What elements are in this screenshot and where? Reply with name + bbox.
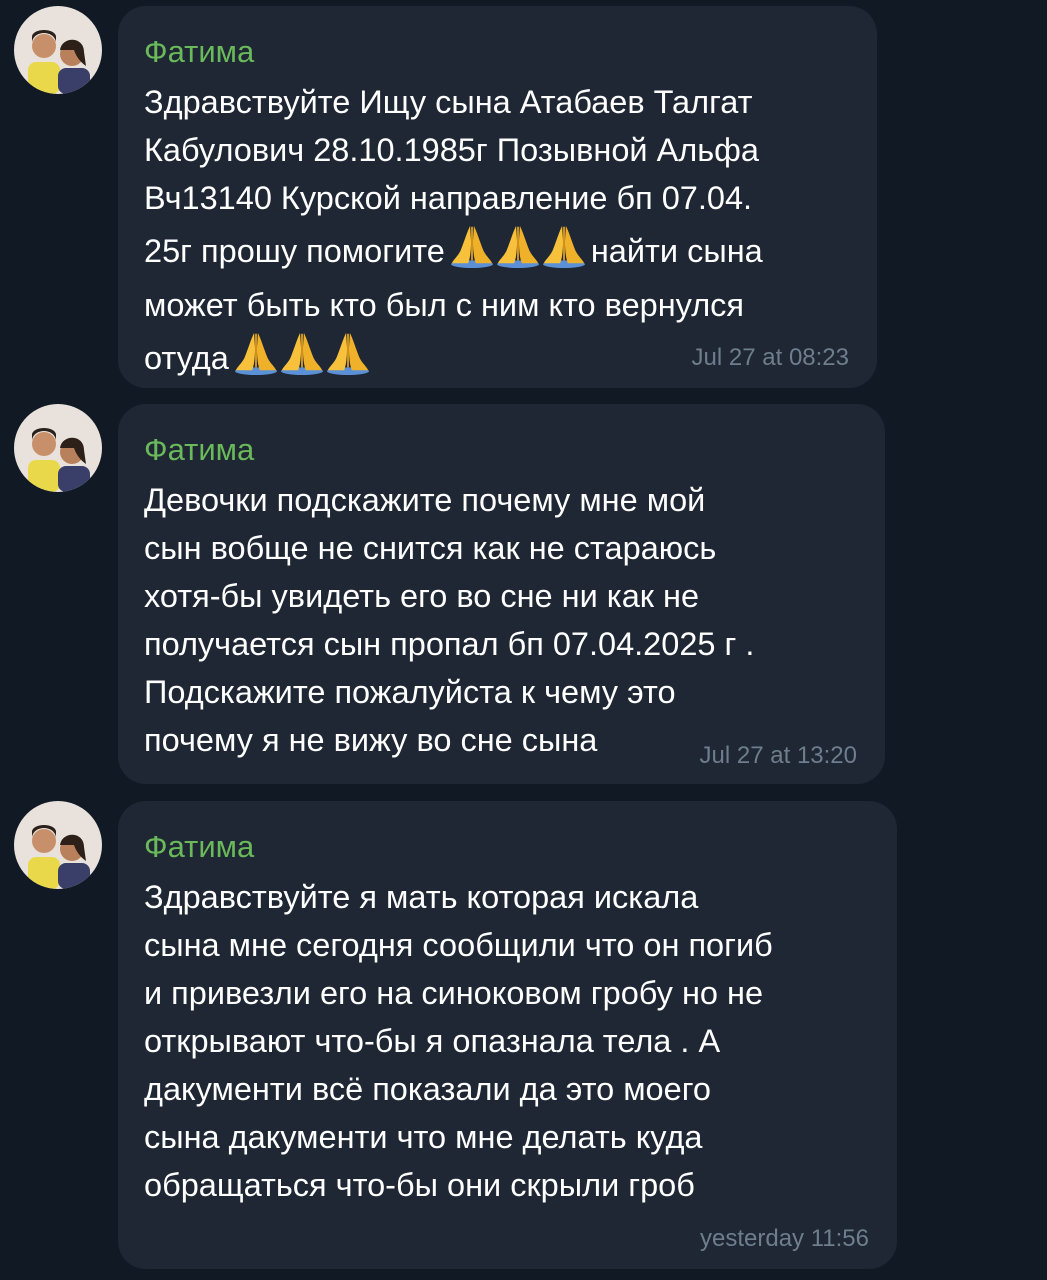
message-text: Здравствуйте Ищу сына Атабаев Талгат Каб… xyxy=(144,78,847,388)
message-text: Девочки подскажите почему мне мой сын во… xyxy=(144,482,755,758)
folded-hands-icon xyxy=(449,222,587,281)
sender-avatar[interactable] xyxy=(14,404,102,492)
sender-name[interactable]: Фатима xyxy=(144,829,867,865)
message-bubble[interactable]: Фатима Здравствуйте Ищу сына Атабаев Тал… xyxy=(118,6,877,388)
message-timestamp: yesterday 11:56 xyxy=(700,1225,869,1252)
chat-history[interactable]: Фатима Здравствуйте Ищу сына Атабаев Тал… xyxy=(0,0,1047,1280)
sender-avatar[interactable] xyxy=(14,6,102,94)
sender-name[interactable]: Фатима xyxy=(144,432,855,468)
sender-avatar[interactable] xyxy=(14,801,102,889)
message-bubble[interactable]: Фатима Здравствуйте я мать которая искал… xyxy=(118,801,897,1269)
folded-hands-icon xyxy=(233,329,371,388)
message-timestamp: Jul 27 at 13:20 xyxy=(699,742,857,769)
message-timestamp: Jul 27 at 08:23 xyxy=(691,344,849,371)
sender-name[interactable]: Фатима xyxy=(144,34,847,70)
message-bubble[interactable]: Фатима Девочки подскажите почему мне мой… xyxy=(118,404,885,784)
message-text: Здравствуйте я мать которая искала сына … xyxy=(144,879,773,1203)
